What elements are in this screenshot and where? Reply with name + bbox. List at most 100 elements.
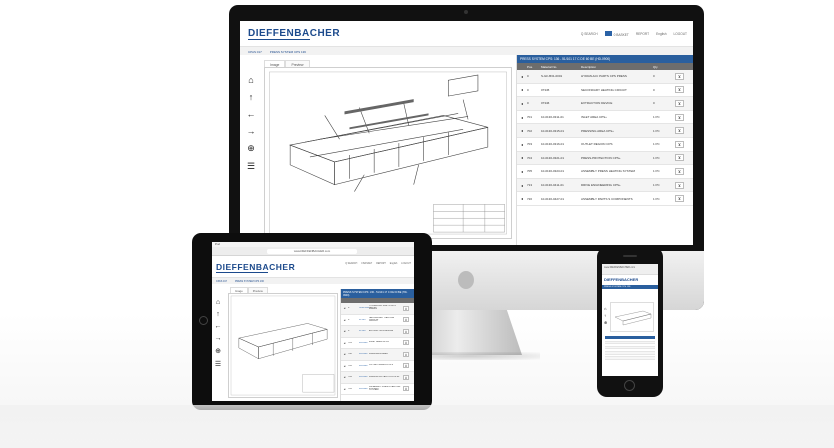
expand-arrow-icon[interactable]: ◂ [517,115,527,120]
arrow-up-icon[interactable]: ↑ [216,311,220,318]
expand-arrow-icon[interactable]: ◂ [517,101,527,106]
add-to-cart-icon[interactable]: ⊻ [675,127,684,135]
add-to-cart-icon[interactable]: ⊻ [675,113,684,121]
expand-arrow-icon[interactable]: ◂ [517,169,527,174]
technical-drawing[interactable] [228,293,338,398]
brand-logo[interactable]: DIEFFENBACHER [602,275,658,283]
column-header-material[interactable]: Material No. [541,65,581,69]
table-row[interactable]: ◂ 704 10-0130-0321-01 PRESS-PROTECTION CPS+… [517,151,693,166]
table-row[interactable]: ◂ 0 S-GF-B31 HYDRAULIC PARTS CPS PRESS ⊻ [341,303,414,315]
add-to-cart-icon[interactable]: ⊻ [403,305,409,311]
table-row[interactable]: ◂ 704 10-0130 PRESS-PROTECTION CPS+ ⊻ [341,372,414,384]
table-row[interactable]: ◂ 703 10-0130-0316-01 OUTLET REGION CPS 1 PC… [517,138,693,152]
expand-arrow-icon[interactable]: ◂ [517,128,527,133]
technical-drawing[interactable] [610,302,654,332]
add-to-cart-icon[interactable]: ⊻ [403,328,409,334]
arrow-right-icon[interactable]: → [215,335,222,342]
home-button[interactable] [199,316,208,325]
language-select[interactable]: English [390,263,398,265]
table-row[interactable]: ◂ 702 10-0130-0315-01 PRESSING AREA CPS+ 1 P… [517,124,693,138]
expand-arrow-icon[interactable]: ◂ [341,318,348,322]
table-row[interactable]: ◂ 0 07346 EXTRACTION DEVICE 0 ⊻ [517,97,693,111]
expand-arrow-icon[interactable]: ◂ [517,87,527,92]
expand-arrow-icon[interactable]: ◂ [517,183,527,188]
add-to-cart-icon[interactable]: ⊻ [675,99,684,107]
add-to-cart-icon[interactable]: ⊻ [675,167,684,175]
expand-arrow-icon[interactable]: ◂ [341,387,348,391]
report-link[interactable]: REPORT [636,32,649,36]
home-icon[interactable]: ⌂ [248,75,253,85]
expand-arrow-icon[interactable]: ◂ [517,74,527,79]
expand-arrow-icon[interactable]: ◂ [341,375,348,379]
add-to-cart-icon[interactable]: ⊻ [403,363,409,369]
home-button[interactable] [624,380,635,391]
expand-arrow-icon[interactable]: ◂ [341,341,348,345]
table-row[interactable]: ◂ 705 10-0130 ASSEMBLY PRESS HEATING SYSTEM… [341,384,414,395]
position-cell: 0 [527,87,529,92]
table-row[interactable]: ◂ 701 10-0130-0311-01 INLET AREA CPS+ 1 PC ⊻ [517,111,693,125]
add-to-cart-icon[interactable]: ⊻ [675,72,684,80]
add-to-cart-icon[interactable]: ⊻ [675,181,684,189]
zoom-icon[interactable]: ⊕ [247,143,255,154]
search-link[interactable]: Q SEARCH [581,32,598,36]
table-row[interactable]: ◂ 0 07345 SECONDARY HEATING CIRCUIT 0 ⊻ [517,84,693,98]
table-row[interactable]: ◂ 0 S-GF-B31-0001 HYDRAULIC PARTS CPS PRESS… [517,70,693,84]
quantity-cell: 1 PC [653,128,660,133]
arrow-left-icon[interactable]: ← [215,323,222,330]
logout-link[interactable]: LOGOUT [401,263,411,265]
table-row[interactable] [605,357,655,360]
column-header-qty[interactable]: Qty [653,65,675,69]
add-to-cart-icon[interactable]: ⊻ [403,374,409,380]
table-row[interactable]: ◂ 713 10-0130-0411-01 DRIVE ENGINEERING CPS… [517,178,693,193]
table-row[interactable]: ◂ 720 10-0130-0427-01 ASSEMBLY PARTS S COMP… [517,192,693,206]
add-to-cart-icon[interactable]: ⊻ [403,386,409,392]
zoom-icon[interactable]: ⊕ [604,320,607,325]
arrow-left-icon[interactable]: ← [247,109,256,119]
add-to-cart-icon[interactable]: ⊻ [403,340,409,346]
arrow-up-icon[interactable]: ↑ [604,313,607,318]
tree-icon[interactable]: ☰ [247,161,255,172]
table-row[interactable]: ◂ 703 10-0130 OUTLET REGION CPS ⊻ [341,361,414,372]
home-icon[interactable]: ⌂ [604,306,607,311]
expand-arrow-icon[interactable]: ◂ [341,329,348,333]
language-select[interactable]: English [656,32,666,36]
expand-arrow-icon[interactable]: ◂ [341,364,348,368]
expand-arrow-icon[interactable]: ◂ [517,155,527,160]
column-header-pos[interactable]: Pos. [527,65,541,69]
browser-bar[interactable]: www.DIEFFENBACHER.com [602,264,658,275]
basket-link[interactable]: 0 BASKET [361,263,372,265]
breadcrumb-item[interactable]: CPAS 017 [216,280,227,283]
column-header-description[interactable]: Description [581,65,653,69]
breadcrumb-item[interactable]: PRESS SYSTEM CPS 136 [270,50,306,54]
add-to-cart-icon[interactable]: ⊻ [675,140,684,148]
technical-drawing[interactable] [264,67,512,239]
table-row[interactable]: ◂ 0 07346 EXTRACTION DEVICE ⊻ [341,326,414,338]
add-to-cart-icon[interactable]: ⊻ [403,351,409,357]
add-to-cart-icon[interactable]: ⊻ [675,86,684,94]
add-to-cart-icon[interactable]: ⊻ [403,317,409,323]
brand-logo[interactable]: DIEFFENBACHER [216,262,295,272]
breadcrumb-item[interactable]: PRESS SYSTEM CPS 136 [235,280,264,283]
arrow-up-icon[interactable]: ↑ [249,92,254,102]
url-field[interactable]: www.DIEFFENBACHER.com [267,249,357,254]
table-row[interactable]: ◂ 701 10-0130 INLET AREA CPS+ ⊻ [341,338,414,349]
expand-arrow-icon[interactable]: ◂ [517,196,527,201]
logout-link[interactable]: LOGOUT [674,32,687,36]
search-link[interactable]: Q SEARCH [345,263,357,265]
basket-link[interactable]: 0 BASKET [604,31,629,37]
arrow-right-icon[interactable]: → [247,126,256,136]
add-to-cart-icon[interactable]: ⊻ [675,195,684,203]
zoom-icon[interactable]: ⊕ [215,347,221,355]
expand-arrow-icon[interactable]: ◂ [517,142,527,147]
home-icon[interactable]: ⌂ [216,299,220,306]
breadcrumb-item[interactable]: CPAS 017 [248,50,262,54]
report-link[interactable]: REPORT [376,263,386,265]
brand-logo[interactable]: DIEFFENBACHER [248,28,340,39]
add-to-cart-icon[interactable]: ⊻ [675,154,684,162]
table-row[interactable]: ◂ 0 07345 SECONDARY HEATING CIRCUIT ⊻ [341,315,414,326]
expand-arrow-icon[interactable]: ◂ [341,306,348,310]
table-row[interactable]: ◂ 702 10-0130 PRESSING AREA ⊻ [341,349,414,361]
table-row[interactable]: ◂ 705 10-0130-0323-01 ASSEMBLY PRESS HEATIN… [517,165,693,179]
tree-icon[interactable]: ☰ [215,360,221,368]
expand-arrow-icon[interactable]: ◂ [341,352,348,356]
